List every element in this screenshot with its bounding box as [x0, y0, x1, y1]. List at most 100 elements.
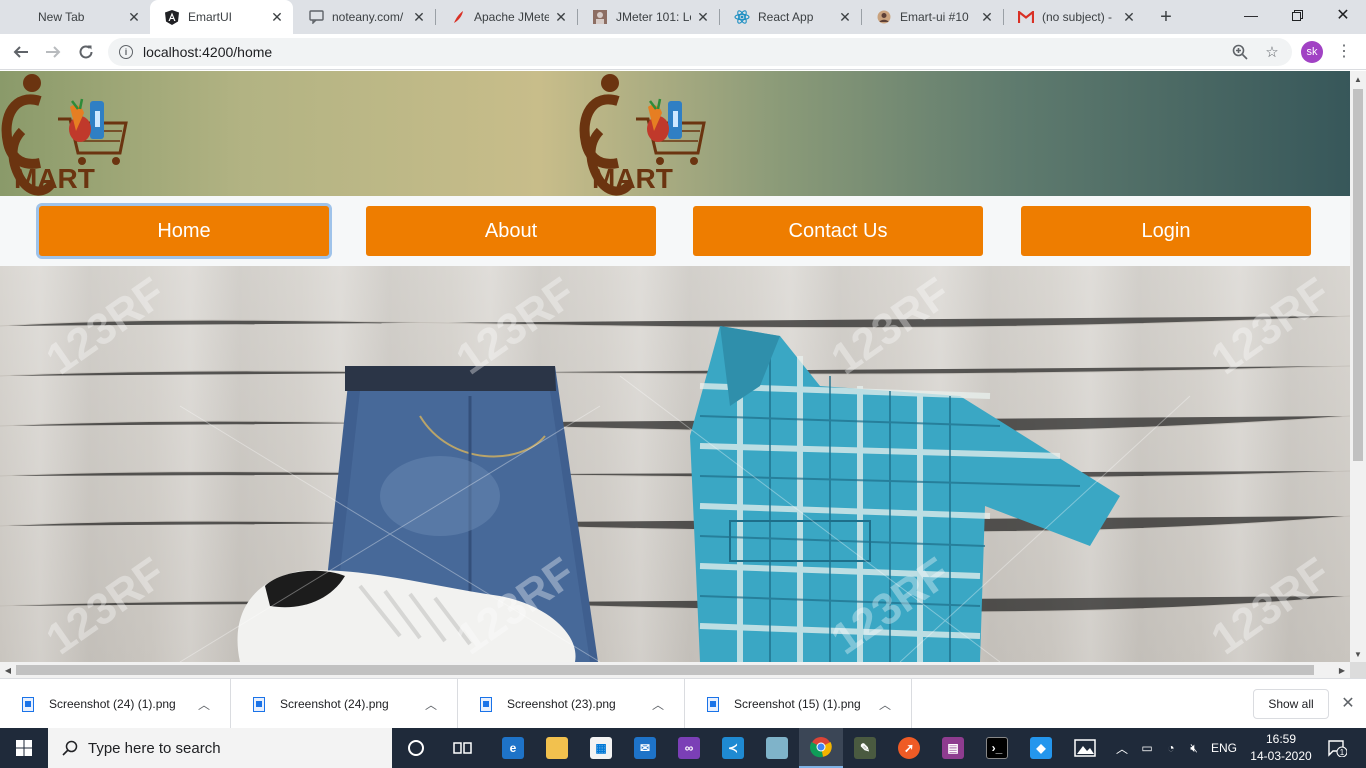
tab-new-tab[interactable]: New Tab ✕: [0, 0, 150, 34]
scroll-up-icon[interactable]: ▲: [1350, 71, 1366, 87]
download-item[interactable]: Screenshot (23).png ︿: [458, 679, 685, 729]
tools-icon[interactable]: ✎: [843, 728, 887, 768]
blank-icon: [14, 9, 30, 25]
winrar-icon[interactable]: ▤: [931, 728, 975, 768]
tab-gmail[interactable]: (no subject) - ✕: [1004, 0, 1145, 34]
horizontal-scrollbar[interactable]: ◀ ▶: [0, 662, 1350, 678]
chat-icon: [308, 9, 324, 25]
feather-icon: [450, 9, 466, 25]
address-bar[interactable]: i localhost:4200/home ☆: [108, 38, 1292, 66]
download-item[interactable]: Screenshot (15) (1).png ︿: [685, 679, 912, 729]
vertical-scrollbar[interactable]: ▲ ▼: [1350, 71, 1366, 662]
terminal-icon[interactable]: ›_: [975, 728, 1019, 768]
logo-text: MART: [592, 163, 673, 194]
image-file-icon: [253, 696, 265, 712]
system-clock[interactable]: 16:59 14-03-2020: [1250, 731, 1312, 765]
nav-login-button[interactable]: Login: [1021, 206, 1311, 256]
minimize-icon[interactable]: ―: [1228, 0, 1274, 30]
photos-icon[interactable]: [1063, 728, 1107, 768]
postman-icon[interactable]: ➚: [887, 728, 931, 768]
nav-about-button[interactable]: About: [366, 206, 656, 256]
chrome-icon[interactable]: [799, 728, 843, 768]
windows-start-icon[interactable]: [0, 728, 48, 768]
chevron-up-icon[interactable]: ︿: [1112, 728, 1132, 768]
scroll-thumb[interactable]: [1353, 89, 1363, 461]
download-item[interactable]: Screenshot (24) (1).png ︿: [0, 679, 231, 729]
tab-title: JMeter 101: Lo: [616, 10, 691, 24]
tab-jmeter-101[interactable]: JMeter 101: Lo ✕: [578, 0, 719, 34]
tab-title: New Tab: [38, 10, 85, 24]
task-view-icon[interactable]: [441, 728, 485, 768]
close-icon[interactable]: ✕: [979, 9, 995, 25]
chevron-up-icon[interactable]: ︿: [646, 696, 670, 713]
github-icon: [876, 9, 892, 25]
chevron-up-icon[interactable]: ︿: [873, 696, 897, 713]
back-icon[interactable]: [8, 39, 34, 65]
file-explorer-icon[interactable]: [535, 728, 579, 768]
page-viewport: MART MART Home About Contact Us Login 12…: [0, 71, 1350, 662]
zoom-icon[interactable]: [1228, 40, 1252, 64]
mail-icon[interactable]: ✉: [623, 728, 667, 768]
tab-title: Emart-ui #10: [900, 10, 969, 24]
search-icon: [62, 740, 78, 756]
tab-title: React App: [758, 10, 814, 24]
tab-title: noteany.com/: [332, 10, 404, 24]
taskbar-search-input[interactable]: Type here to search: [48, 728, 392, 768]
nav-contact-button[interactable]: Contact Us: [693, 206, 983, 256]
close-icon[interactable]: ✕: [695, 9, 711, 25]
vscode-icon[interactable]: ≺: [711, 728, 755, 768]
portrait-icon: [592, 9, 608, 25]
site-header: MART MART: [0, 71, 1350, 196]
tab-apache-jmeter[interactable]: Apache JMeter ✕: [436, 0, 577, 34]
app-icon[interactable]: [755, 728, 799, 768]
tab-emart-ui-github[interactable]: Emart-ui #10 ✕: [862, 0, 1003, 34]
close-icon[interactable]: ✕: [269, 9, 285, 25]
volume-mute-icon[interactable]: 🔇︎: [1183, 728, 1205, 768]
nav-home-button[interactable]: Home: [39, 206, 329, 256]
download-item[interactable]: Screenshot (24).png ︿: [231, 679, 458, 729]
edge-icon[interactable]: e: [491, 728, 535, 768]
bookmark-star-icon[interactable]: ☆: [1260, 40, 1284, 64]
more-menu-icon[interactable]: ⋮: [1336, 40, 1352, 64]
chevron-up-icon[interactable]: ︿: [192, 696, 216, 713]
wifi-icon[interactable]: ◔: [1160, 728, 1182, 768]
image-file-icon: [480, 696, 492, 712]
close-icon[interactable]: ✕: [553, 9, 569, 25]
download-filename: Screenshot (23).png: [507, 697, 616, 711]
close-icon[interactable]: ✕: [1121, 9, 1137, 25]
chevron-up-icon[interactable]: ︿: [419, 696, 443, 713]
notification-icon[interactable]: 1: [1320, 728, 1354, 768]
emart-logo[interactable]: MART: [0, 71, 130, 196]
store-icon[interactable]: ▦: [579, 728, 623, 768]
restore-icon[interactable]: [1274, 0, 1320, 30]
url-text[interactable]: localhost:4200/home: [143, 44, 1228, 60]
visual-studio-icon[interactable]: ∞: [667, 728, 711, 768]
tab-noteany[interactable]: noteany.com/ ✕: [294, 0, 435, 34]
forward-icon[interactable]: [40, 39, 66, 65]
scroll-right-icon[interactable]: ▶: [1334, 662, 1350, 678]
close-icon[interactable]: ✕: [411, 9, 427, 25]
language-indicator[interactable]: ENG: [1208, 728, 1240, 768]
close-icon[interactable]: ✕: [126, 9, 142, 25]
tab-react-app[interactable]: React App ✕: [720, 0, 861, 34]
scroll-down-icon[interactable]: ▼: [1350, 646, 1366, 662]
clock-time: 16:59: [1265, 732, 1297, 746]
docker-icon[interactable]: ◆: [1019, 728, 1063, 768]
window-close-icon[interactable]: ✕: [1320, 0, 1366, 30]
network-icon[interactable]: ▭: [1136, 728, 1158, 768]
reload-icon[interactable]: [73, 39, 99, 65]
close-icon[interactable]: ✕: [837, 9, 853, 25]
profile-avatar[interactable]: sk: [1301, 41, 1323, 63]
tab-emartui[interactable]: EmartUI ✕: [150, 0, 293, 34]
info-icon[interactable]: i: [119, 45, 133, 59]
angular-icon: [164, 9, 180, 25]
new-tab-button[interactable]: +: [1154, 5, 1178, 29]
cortana-icon[interactable]: [394, 728, 438, 768]
logo-text: MART: [14, 163, 95, 194]
scroll-thumb[interactable]: [16, 665, 1314, 675]
close-icon[interactable]: ✕: [1338, 693, 1358, 713]
show-all-button[interactable]: Show all: [1253, 689, 1329, 719]
scroll-left-icon[interactable]: ◀: [0, 662, 16, 678]
main-nav: Home About Contact Us Login: [0, 196, 1350, 266]
search-placeholder: Type here to search: [88, 739, 221, 757]
